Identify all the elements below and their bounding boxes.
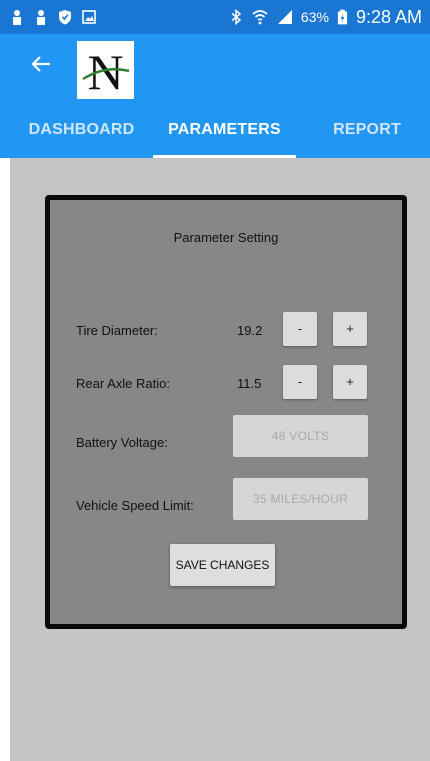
status-time: 9:28 AM: [355, 6, 422, 27]
status-bar: 63% 9:28 AM: [0, 0, 430, 34]
battery-voltage-label: Battery Voltage:: [76, 435, 168, 450]
tab-report[interactable]: REPORT: [320, 118, 414, 158]
vehicle-speed-limit-field[interactable]: 35 MILES/HOUR: [233, 478, 368, 520]
wifi-icon: [252, 10, 268, 25]
app-logo: N: [77, 41, 134, 100]
back-arrow-icon[interactable]: [30, 52, 54, 76]
rear-axle-ratio-decrement-button[interactable]: -: [283, 365, 317, 399]
rear-axle-ratio-increment-button[interactable]: +: [333, 365, 367, 399]
battery-percent: 63%: [300, 9, 329, 25]
tire-diameter-label: Tire Diameter:: [76, 323, 158, 338]
card-title: Parameter Setting: [173, 230, 279, 245]
status-left-icons: [0, 9, 96, 25]
battery-charging-icon: [337, 9, 348, 25]
status-right-icons: 63% 9:28 AM: [229, 7, 430, 28]
notification-icon: [37, 10, 45, 25]
rear-axle-ratio-label: Rear Axle Ratio:: [76, 376, 170, 391]
signal-icon: [277, 10, 292, 24]
save-changes-button[interactable]: SAVE CHANGES: [170, 544, 275, 586]
tab-bar: DASHBOARD PARAMETERS REPORT: [0, 118, 430, 158]
tire-diameter-decrement-button[interactable]: -: [283, 312, 317, 346]
notification-icon: [13, 10, 21, 25]
tab-dashboard[interactable]: DASHBOARD: [20, 118, 143, 158]
shield-icon: [59, 10, 71, 25]
tire-diameter-value: 19.2: [237, 323, 263, 338]
logo-mark: N: [82, 44, 130, 100]
parameter-card: Parameter Setting Tire Diameter: 19.2 - …: [45, 195, 407, 629]
tire-diameter-increment-button[interactable]: +: [333, 312, 367, 346]
content-area: Parameter Setting Tire Diameter: 19.2 - …: [10, 158, 430, 761]
battery-voltage-field[interactable]: 48 VOLTS: [233, 415, 368, 457]
rear-axle-ratio-value: 11.5: [237, 376, 262, 391]
vehicle-speed-limit-label: Vehicle Speed Limit:: [76, 498, 194, 513]
image-icon: [82, 10, 96, 24]
logo-letter: N: [87, 44, 123, 99]
app-bar: N DASHBOARD PARAMETERS REPORT: [0, 34, 430, 158]
bluetooth-icon: [231, 9, 242, 25]
tab-parameters[interactable]: PARAMETERS: [153, 118, 296, 158]
